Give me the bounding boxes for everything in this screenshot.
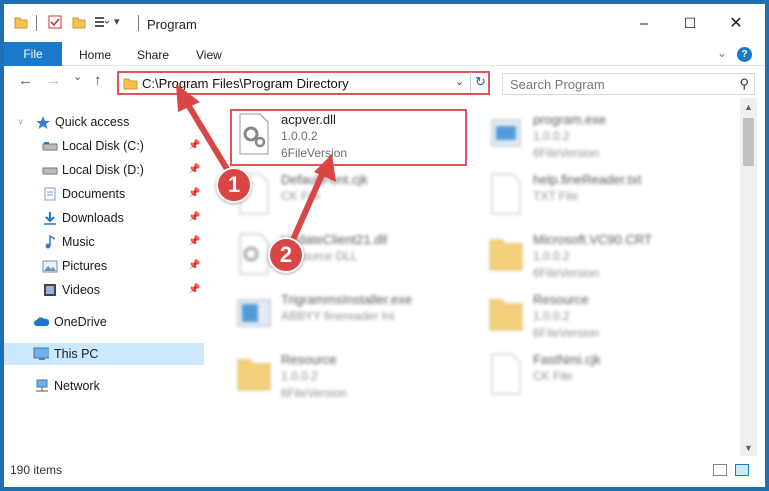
annotation-arrows bbox=[176, 84, 336, 245]
arrow-1-shaft bbox=[181, 95, 233, 177]
step-2-badge: 2 bbox=[268, 237, 304, 273]
arrow-2-shaft bbox=[289, 167, 327, 245]
explorer-window: ▾ Program – ☐ ✕ File Home Share View ⌄ ?… bbox=[4, 4, 765, 487]
step-1-badge: 1 bbox=[216, 167, 252, 203]
